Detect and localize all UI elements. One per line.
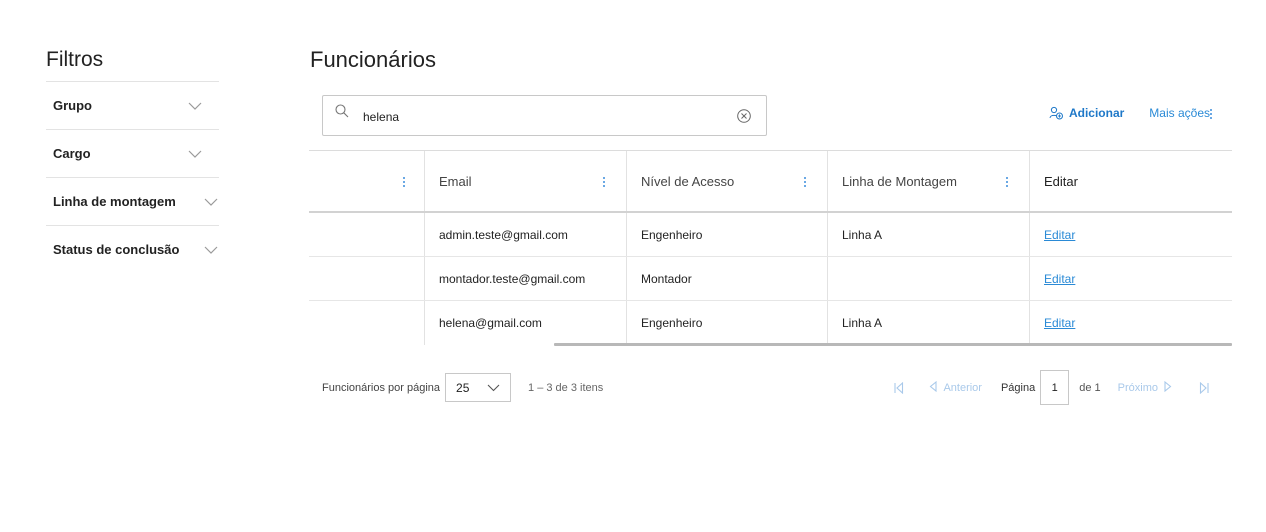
add-user-icon — [1049, 106, 1063, 120]
column-header-label: Linha de Montagem — [842, 173, 957, 189]
edit-cell: Editar — [1029, 213, 1232, 256]
chevron-down-icon — [187, 149, 203, 159]
email-cell: helena@gmail.com — [424, 301, 626, 345]
table-header: Email Nível de Acesso Linha de Montagem … — [309, 150, 1232, 213]
add-button-label: Adicionar — [1068, 106, 1125, 120]
add-button[interactable]: Adicionar — [1049, 106, 1124, 120]
page-size-select[interactable]: 25 — [445, 373, 512, 402]
column-header-label: Nível de Acesso — [641, 173, 735, 189]
search-box[interactable] — [322, 95, 767, 136]
filter-assembly-line-label: Linha de montagem — [53, 194, 176, 209]
chevron-right-icon — [1164, 380, 1172, 395]
column-header-email[interactable]: Email — [424, 151, 626, 211]
per-page-label: Funcionários por página — [322, 381, 441, 394]
column-header-edit: Editar — [1029, 151, 1232, 211]
edit-cell: Editar — [1029, 301, 1232, 345]
column-menu-icon[interactable] — [403, 176, 406, 187]
row-select-cell[interactable] — [309, 301, 424, 345]
column-header-select — [309, 151, 424, 211]
filter-completion-status[interactable]: Status de conclusão — [46, 225, 219, 273]
more-actions-button[interactable]: Mais ações — [1149, 106, 1213, 120]
column-header-access-level[interactable]: Nível de Acesso — [626, 151, 827, 211]
access-level-cell: Engenheiro — [626, 213, 827, 256]
chevron-down-icon — [187, 101, 203, 111]
email-cell: admin.teste@gmail.com — [424, 213, 626, 256]
last-page-icon[interactable] — [1198, 381, 1210, 394]
assembly-line-cell — [827, 257, 1029, 300]
row-select-cell[interactable] — [309, 213, 424, 256]
edit-link[interactable]: Editar — [1044, 272, 1075, 286]
access-level-cell: Montador — [626, 257, 827, 300]
pager-navigation: Anterior Página de 1 Próximo — [893, 370, 1210, 405]
chevron-down-icon — [203, 245, 219, 255]
edit-link[interactable]: Editar — [1044, 228, 1075, 242]
edit-cell: Editar — [1029, 257, 1232, 300]
search-icon — [335, 104, 349, 118]
page-label: Página — [1000, 381, 1036, 394]
toolbar-actions: Adicionar Mais ações — [1049, 106, 1213, 120]
chevron-down-icon — [203, 197, 219, 207]
search-input[interactable] — [363, 108, 703, 126]
more-actions-label: Mais ações — [1149, 106, 1210, 120]
column-header-assembly-line[interactable]: Linha de Montagem — [827, 151, 1029, 211]
email-cell: montador.teste@gmail.com — [424, 257, 626, 300]
table-row[interactable]: montador.teste@gmail.com Montador Editar — [309, 257, 1232, 301]
pager-page-size: Funcionários por página 25 1 – 3 de 3 it… — [322, 373, 603, 402]
previous-page-label: Anterior — [943, 381, 982, 394]
chevron-left-icon — [929, 380, 937, 395]
column-header-label: Email — [439, 173, 472, 189]
page-number-input[interactable] — [1040, 370, 1070, 405]
assembly-line-cell: Linha A — [827, 301, 1029, 345]
next-page-button[interactable]: Próximo — [1117, 380, 1178, 395]
filter-role-label: Cargo — [53, 146, 91, 161]
chevron-down-icon — [487, 381, 500, 395]
filter-role[interactable]: Cargo — [46, 129, 219, 177]
column-menu-icon[interactable] — [804, 176, 807, 187]
more-vertical-icon — [1210, 108, 1213, 119]
page-total-label: de 1 — [1079, 381, 1101, 394]
filter-group[interactable]: Grupo — [46, 81, 219, 129]
table-row[interactable]: admin.teste@gmail.com Engenheiro Linha A… — [309, 213, 1232, 257]
employees-table: Email Nível de Acesso Linha de Montagem … — [309, 150, 1232, 345]
filters-sidebar: Filtros Grupo Cargo Linha de montagem St… — [46, 46, 219, 273]
edit-link[interactable]: Editar — [1044, 316, 1075, 330]
pager-range: 1 – 3 de 3 itens — [528, 381, 604, 394]
filter-group-label: Grupo — [53, 98, 92, 113]
page-size-value: 25 — [456, 380, 470, 395]
next-page-label: Próximo — [1117, 381, 1158, 394]
filter-completion-status-label: Status de conclusão — [53, 242, 180, 257]
row-select-cell[interactable] — [309, 257, 424, 300]
access-level-cell: Engenheiro — [626, 301, 827, 345]
clear-search-icon[interactable] — [736, 108, 752, 124]
assembly-line-cell: Linha A — [827, 213, 1029, 256]
column-menu-icon[interactable] — [1006, 176, 1009, 187]
column-menu-icon[interactable] — [603, 176, 606, 187]
first-page-icon[interactable] — [893, 381, 905, 394]
table-row[interactable]: helena@gmail.com Engenheiro Linha A Edit… — [309, 301, 1232, 345]
horizontal-scrollbar[interactable] — [554, 343, 1232, 346]
column-header-label: Editar — [1044, 173, 1078, 189]
filters-title: Filtros — [46, 48, 104, 71]
page-title: Funcionários — [310, 47, 436, 72]
previous-page-button[interactable]: Anterior — [929, 380, 982, 395]
filter-assembly-line[interactable]: Linha de montagem — [46, 177, 219, 225]
